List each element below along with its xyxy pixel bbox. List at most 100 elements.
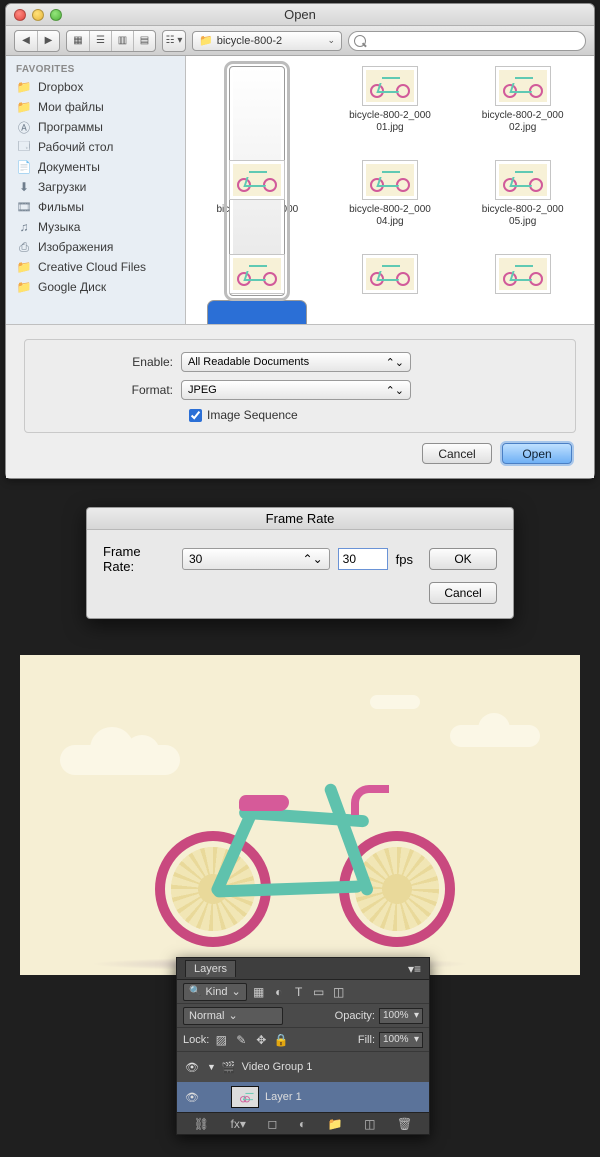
enable-select[interactable]: All Readable Documents ⌃⌄ — [181, 352, 411, 372]
frame-rate-title: Frame Rate — [87, 508, 513, 530]
file-item[interactable] — [325, 254, 456, 324]
file-item[interactable]: bicycle-800-2_00002.jpg — [457, 66, 588, 158]
close-icon[interactable] — [14, 9, 26, 21]
group-icon[interactable]: 📁 — [328, 1117, 343, 1131]
layers-footer: ⛓ fx▾ ◻ ◐ 📁 ◫ 🗑 — [177, 1112, 429, 1134]
search-field[interactable] — [348, 31, 586, 51]
file-thumbnail — [362, 160, 418, 200]
path-dropdown[interactable]: 📁 bicycle-800-2 ⌄ — [192, 31, 342, 51]
arrange-segment[interactable]: ☷ ▾ — [162, 30, 186, 52]
file-name: bicycle-800-2_00002.jpg — [482, 110, 564, 134]
lock-transparent-icon[interactable]: ▨ — [213, 1032, 229, 1048]
frame-rate-select[interactable]: 30 ⌃⌄ — [182, 548, 330, 570]
search-input[interactable] — [348, 31, 586, 51]
download-icon: ⬇ — [16, 180, 32, 194]
fps-unit: fps — [396, 552, 413, 567]
enable-label: Enable: — [41, 355, 181, 369]
cancel-button[interactable]: Cancel — [429, 582, 497, 604]
filter-type-icon[interactable]: T — [291, 984, 307, 1000]
blend-mode-select[interactable]: Normal ⌄ — [183, 1007, 283, 1025]
file-item[interactable]: bicycle-800-2_00001.jpg — [325, 66, 456, 158]
nav-back-forward[interactable]: ◀ ▶ — [14, 30, 60, 52]
open-dialog-titlebar[interactable]: Open — [6, 4, 594, 26]
sidebar-item-label: Документы — [38, 160, 100, 174]
cancel-button[interactable]: Cancel — [422, 443, 492, 464]
file-item[interactable] — [192, 254, 323, 324]
lock-move-icon[interactable]: ✥ — [253, 1032, 269, 1048]
file-item[interactable]: bicycle-800-2_00005.jpg — [457, 160, 588, 252]
sidebar-item[interactable]: ⬇Загрузки — [6, 177, 185, 197]
file-item[interactable]: bicycle-800-2_00000.jpg — [192, 66, 323, 158]
mask-icon[interactable]: ◻ — [267, 1117, 277, 1131]
sidebar-item[interactable]: 🗔Рабочий стол — [6, 137, 185, 157]
lock-all-icon[interactable]: 🔒 — [273, 1032, 289, 1048]
opacity-field[interactable]: 100%▾ — [379, 1008, 423, 1024]
sidebar-item[interactable]: 📁Dropbox — [6, 77, 185, 97]
apps-icon: Ⓐ — [16, 120, 32, 134]
sidebar-item[interactable]: 🎞Фильмы — [6, 197, 185, 217]
column-view-button[interactable]: ▥ — [111, 31, 133, 51]
list-view-button[interactable]: ☰ — [89, 31, 111, 51]
forward-button[interactable]: ▶ — [37, 31, 59, 51]
fx-icon[interactable]: fx▾ — [231, 1117, 246, 1131]
new-layer-icon[interactable]: ◫ — [364, 1117, 375, 1131]
filter-shape-icon[interactable]: ▭ — [311, 984, 327, 1000]
sidebar-item[interactable]: 📄Документы — [6, 157, 185, 177]
sidebar-item-label: Фильмы — [38, 200, 84, 214]
sidebar-item[interactable]: 📁Мои файлы — [6, 97, 185, 117]
sidebar-header: FAVORITES — [6, 60, 185, 77]
back-button[interactable]: ◀ — [15, 31, 37, 51]
layers-panel: Layers ▾≡ 🔍 Kind ⌄ ▦ ◐ T ▭ ◫ Normal ⌄ Op… — [176, 957, 430, 1135]
panel-menu-icon[interactable]: ▾≡ — [408, 962, 421, 976]
sidebar-item[interactable]: ♫Музыка — [6, 217, 185, 237]
cloud-icon — [450, 725, 540, 747]
link-layers-icon[interactable]: ⛓ — [194, 1117, 209, 1131]
icon-view-button[interactable]: ▦ — [67, 31, 89, 51]
coverflow-view-button[interactable]: ▤ — [133, 31, 155, 51]
adjustment-icon[interactable]: ◐ — [299, 1117, 306, 1131]
layer-row[interactable]: 👁 Layer 1 — [177, 1082, 429, 1112]
zoom-icon[interactable] — [50, 9, 62, 21]
sidebar-item[interactable]: Ⓐ Программы — [6, 117, 185, 137]
image-sequence-label: Image Sequence — [207, 408, 298, 422]
format-select[interactable]: JPEG ⌃⌄ — [181, 380, 411, 400]
file-thumbnail — [229, 160, 285, 200]
arrange-button[interactable]: ☷ ▾ — [163, 31, 185, 51]
file-thumbnail — [362, 254, 418, 294]
blend-mode-value: Normal — [189, 1010, 224, 1022]
visibility-icon[interactable]: 👁 — [183, 1091, 201, 1104]
image-sequence-checkbox[interactable] — [189, 409, 202, 422]
sidebar-item[interactable]: ⎙Изображения — [6, 237, 185, 257]
sidebar-item-label: Рабочий стол — [38, 140, 113, 154]
sidebar-item-label: Google Диск — [38, 280, 106, 294]
file-thumbnail — [495, 66, 551, 106]
folder-icon: 📁 — [16, 260, 32, 274]
layers-tab[interactable]: Layers — [185, 960, 236, 977]
kind-filter[interactable]: 🔍 Kind ⌄ — [183, 983, 247, 1001]
sidebar-item-label: Creative Cloud Files — [38, 260, 146, 274]
filter-pixel-icon[interactable]: ▦ — [251, 984, 267, 1000]
layer-group-row[interactable]: 👁 ▼ 🎬 Video Group 1 — [177, 1052, 429, 1082]
layer-name: Layer 1 — [265, 1091, 302, 1103]
sidebar-item-label: Программы — [38, 120, 103, 134]
file-grid[interactable]: bicycle-800-2_00000.jpg bicycle-800-2_00… — [186, 56, 594, 324]
fill-field[interactable]: 100%▾ — [379, 1032, 423, 1048]
lock-paint-icon[interactable]: ✎ — [233, 1032, 249, 1048]
file-item[interactable]: bicycle-800-2_00004.jpg — [325, 160, 456, 252]
view-mode-segment[interactable]: ▦ ☰ ▥ ▤ — [66, 30, 156, 52]
file-item[interactable] — [457, 254, 588, 324]
sidebar-item[interactable]: 📁 Creative Cloud Files — [6, 257, 185, 277]
frame-rate-input[interactable] — [338, 548, 388, 570]
open-button[interactable]: Open — [502, 443, 572, 464]
frame-rate-label: Frame Rate: — [103, 544, 174, 574]
visibility-icon[interactable]: 👁 — [183, 1061, 201, 1074]
filter-adjust-icon[interactable]: ◐ — [271, 984, 287, 1000]
chevron-updown-icon: ⌄ — [231, 985, 240, 998]
sidebar-item[interactable]: 📁Google Диск — [6, 277, 185, 297]
ok-button[interactable]: OK — [429, 548, 497, 570]
trash-icon[interactable]: 🗑 — [397, 1117, 412, 1131]
disclosure-triangle-icon[interactable]: ▼ — [207, 1062, 216, 1072]
filter-smart-icon[interactable]: ◫ — [331, 984, 347, 1000]
minimize-icon[interactable] — [32, 9, 44, 21]
cloud-icon — [370, 695, 420, 709]
